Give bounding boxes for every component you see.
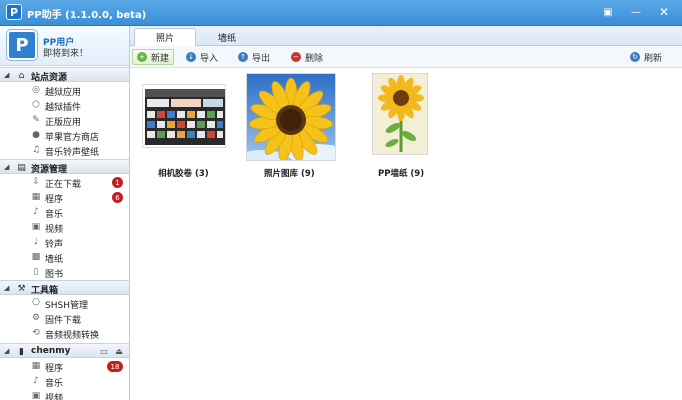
tab-photos[interactable]: 照片 (134, 28, 196, 46)
plugin-icon: ⬡ (32, 100, 40, 110)
minimize-icon[interactable]: — (626, 4, 646, 20)
programs-count-badge: 6 (112, 192, 123, 203)
sidebar-item-device-music[interactable]: ♪ 音乐 (0, 374, 129, 389)
delete-icon: − (291, 52, 301, 62)
device-programs-count-badge: 18 (107, 361, 123, 372)
sidebar-item-jailbreak-plugins[interactable]: ⬡ 越狱插件 (0, 98, 129, 113)
sidebar-item-programs[interactable]: ▦ 程序 6 (0, 190, 129, 205)
book-icon: ▯ (33, 267, 39, 277)
sidebar-item-video[interactable]: ▣ 视频 (0, 220, 129, 235)
group-site-resources[interactable]: ◢ ⌂ 站点资源 (0, 67, 129, 83)
delete-button[interactable]: − 删除 (287, 49, 327, 65)
album-label: 相机胶卷 (3) (158, 169, 209, 179)
close-icon[interactable]: ✕ (654, 4, 674, 20)
import-button[interactable]: ↓ 导入 (182, 49, 222, 65)
sidebar-item-av-convert[interactable]: ⟲ 音频视频转换 (0, 326, 129, 341)
music-icon: ♫ (31, 145, 41, 155)
collapse-arrow-icon[interactable]: ◢ (4, 163, 9, 171)
add-icon: + (137, 52, 147, 62)
device-icon: ▮ (19, 346, 24, 357)
download-icon: ⇩ (32, 177, 40, 187)
convert-icon: ⟲ (32, 328, 40, 338)
collapse-arrow-icon[interactable]: ◢ (4, 284, 9, 292)
album-label: PP墙纸 (9) (378, 169, 425, 179)
program-icon: ▦ (31, 192, 41, 202)
video-icon: ▣ (31, 391, 41, 400)
sunflower-thumbnail (246, 73, 336, 161)
music-icon: ♪ (33, 207, 39, 217)
tab-wallpaper[interactable]: 墙纸 (196, 28, 258, 46)
group-toolbox[interactable]: ◢ ⚒ 工具箱 (0, 280, 129, 296)
wallpaper-icon: ▩ (31, 252, 41, 262)
apple-icon: ● (32, 130, 40, 140)
sidebar-item-official-apps[interactable]: ✎ 正版应用 (0, 113, 129, 128)
battery-icon: ▭ (100, 347, 108, 356)
sidebar-item-music[interactable]: ♪ 音乐 (0, 205, 129, 220)
apps-icon: ◎ (32, 85, 40, 95)
sidebar-item-firmware-download[interactable]: ⚙ 固件下载 (0, 311, 129, 326)
shsh-icon: ⎔ (32, 298, 40, 308)
sidebar-item-books[interactable]: ▯ 图书 (0, 265, 129, 280)
album-label: 照片图库 (9) (264, 169, 315, 179)
downloading-count-badge: 1 (112, 177, 123, 188)
tab-bar: 照片 墙纸 (130, 26, 682, 46)
user-welcome: 即将到来！ (43, 49, 89, 59)
main-panel: 照片 墙纸 + 新建 ↓ 导入 ↑ 导出 − 删除 ↻ 刷新 相机胶卷 (3) … (130, 26, 682, 400)
sidebar-item-apple-store[interactable]: ● 苹果官方商店 (0, 128, 129, 143)
home-icon: ⌂ (18, 70, 25, 81)
refresh-icon: ↻ (630, 52, 640, 62)
menu-icon[interactable]: ▣ (598, 4, 618, 20)
firmware-icon: ⚙ (31, 313, 41, 323)
group-resource-management[interactable]: ◢ ▤ 资源管理 (0, 159, 129, 175)
sidebar-item-ringtones[interactable]: ♩ 铃声 (0, 235, 129, 250)
program-icon: ▦ (31, 361, 41, 371)
title-bar: P PP助手 (1.1.0.0, beta) ▣ — ✕ (0, 0, 682, 26)
export-button[interactable]: ↑ 导出 (234, 49, 274, 65)
window-title: PP助手 (1.1.0.0, beta) (27, 10, 147, 21)
pp-logo-icon: P (6, 4, 22, 20)
new-button[interactable]: + 新建 (132, 49, 175, 65)
export-icon: ↑ (238, 52, 248, 62)
collapse-arrow-icon[interactable]: ◢ (4, 71, 9, 79)
sidebar-item-device-programs[interactable]: ▦ 程序 18 (0, 359, 129, 374)
sidebar-item-music-ringtone-wallpaper[interactable]: ♫ 音乐铃声壁纸 (0, 143, 129, 158)
sunflower-vase-thumbnail (372, 73, 428, 155)
sidebar-item-wallpaper[interactable]: ▩ 墙纸 (0, 250, 129, 265)
refresh-button[interactable]: ↻ 刷新 (626, 49, 666, 65)
user-panel: P PP用户 即将到来！ (0, 26, 129, 66)
avatar[interactable]: P (7, 30, 37, 60)
sidebar-item-downloading[interactable]: ⇩ 正在下载 1 (0, 175, 129, 190)
sidebar-item-device-video[interactable]: ▣ 视频 (0, 389, 129, 400)
sidebar-item-jailbreak-apps[interactable]: ◎ 越狱应用 (0, 83, 129, 98)
toolbox-icon: ⚒ (17, 283, 26, 294)
sidebar-item-shsh[interactable]: ⎔ SHSH管理 (0, 296, 129, 311)
camera-roll-thumbnail (142, 84, 226, 148)
collapse-arrow-icon[interactable]: ◢ (4, 347, 9, 355)
import-icon: ↓ (186, 52, 196, 62)
group-device-chenmy[interactable]: ◢ ▮ chenmy ▭ ⏏ (0, 343, 129, 358)
video-icon: ▣ (31, 222, 41, 232)
eject-icon[interactable]: ⏏ (114, 347, 124, 356)
sidebar: P PP用户 即将到来！ ◢ ⌂ 站点资源 ◎ 越狱应用 ⬡ 越狱插件 ✎ 正版… (0, 26, 130, 400)
store-icon: ✎ (32, 115, 40, 125)
toolbar: + 新建 ↓ 导入 ↑ 导出 − 删除 ↻ 刷新 (130, 46, 682, 68)
folder-icon: ▤ (17, 162, 26, 173)
ringtone-icon: ♩ (33, 237, 39, 247)
music-icon: ♪ (33, 376, 39, 386)
